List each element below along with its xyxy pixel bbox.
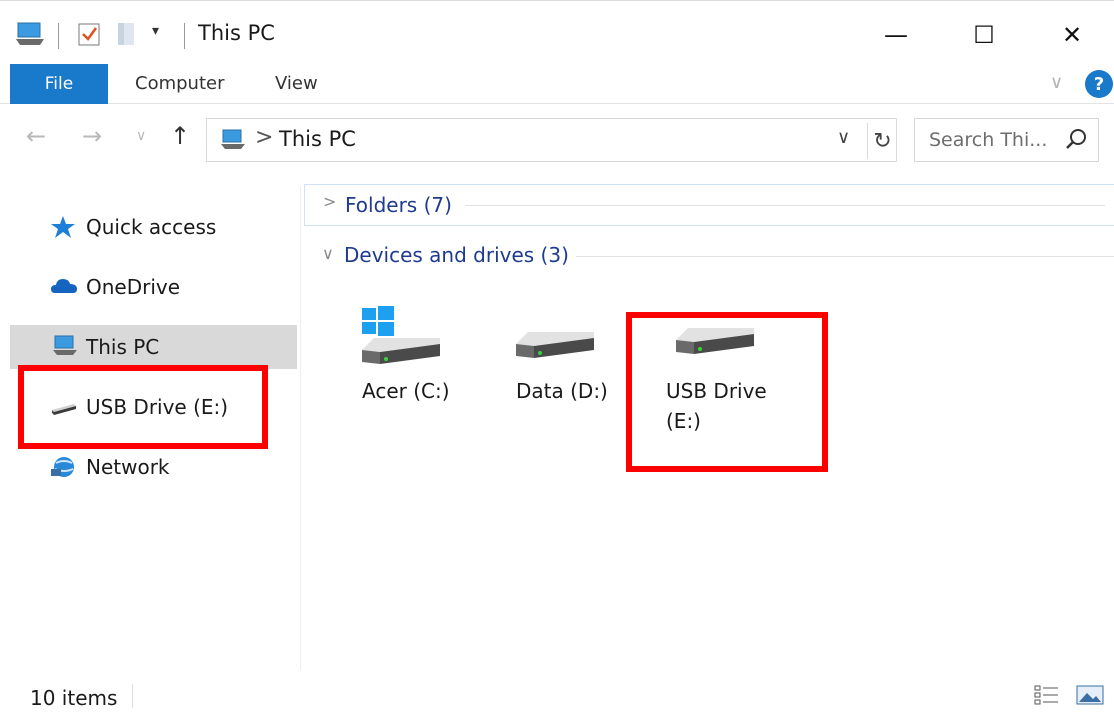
hard-drive-icon (514, 326, 596, 370)
drive-item-c[interactable]: Acer (C:) (360, 304, 490, 444)
search-box[interactable] (914, 118, 1099, 162)
group-header-folders: Folders (7) (345, 193, 452, 217)
toolbar-separator (184, 23, 185, 49)
close-button[interactable]: ✕ (1042, 15, 1102, 55)
address-dropdown-icon[interactable]: ∨ (837, 127, 850, 148)
back-button[interactable]: ← (26, 122, 46, 150)
maximize-button[interactable]: ☐ (954, 15, 1014, 55)
breadcrumb-this-pc[interactable]: This PC (279, 127, 356, 151)
system-drive-icon (360, 304, 442, 374)
minimize-button[interactable]: — (866, 15, 926, 55)
chevron-down-icon: ∨ (322, 244, 334, 263)
title-bar: ▾ This PC — ☐ ✕ (0, 0, 1114, 64)
tab-computer[interactable]: Computer (135, 73, 224, 94)
status-bar: 10 items (0, 670, 1114, 715)
item-count: 10 items (30, 686, 118, 710)
chevron-right-icon: > (323, 192, 337, 211)
group-divider-line (465, 205, 1105, 206)
details-view-icon[interactable] (1034, 684, 1060, 706)
new-folder-icon[interactable] (116, 21, 138, 51)
sidebar-item-label: Network (86, 455, 170, 479)
this-pc-icon (219, 129, 247, 155)
sidebar-item-label: Quick access (86, 215, 217, 239)
large-icons-view-icon[interactable] (1076, 684, 1104, 706)
customize-qat-chevron-icon[interactable]: ▾ (152, 23, 159, 39)
address-bar[interactable]: > This PC ∨ ↻ (206, 118, 897, 162)
pane-divider[interactable] (300, 186, 301, 670)
sidebar-item-this-pc[interactable]: This PC (10, 325, 297, 369)
expand-ribbon-icon[interactable]: ∨ (1050, 72, 1063, 93)
navigation-bar: ← → ∨ ↑ > This PC ∨ ↻ (0, 104, 1114, 174)
tab-file[interactable]: File (10, 64, 108, 104)
highlight-box-usb-drive (626, 312, 828, 472)
up-button[interactable]: ↑ (170, 122, 190, 150)
group-folders[interactable]: > Folders (7) (304, 184, 1114, 226)
drive-label: Acer (C:) (362, 379, 450, 403)
tab-view[interactable]: View (275, 73, 318, 94)
refresh-button[interactable]: ↻ (867, 123, 897, 159)
sidebar-item-onedrive[interactable]: OneDrive (10, 265, 297, 309)
ribbon-tabs: File Computer View ∨ ? (0, 64, 1114, 104)
sidebar-item-network[interactable]: Network (10, 445, 297, 489)
properties-icon[interactable] (78, 21, 102, 51)
sidebar-item-label: This PC (86, 335, 160, 359)
search-input[interactable] (915, 119, 1065, 161)
sidebar-item-quick-access[interactable]: Quick access (10, 205, 297, 249)
computer-icon (50, 335, 78, 361)
breadcrumb-separator[interactable]: > (255, 125, 273, 150)
toolbar-separator (58, 23, 59, 49)
highlight-box-sidebar-usb (18, 365, 268, 449)
this-pc-icon[interactable] (14, 21, 46, 51)
drive-item-d[interactable]: Data (D:) (514, 304, 644, 444)
search-icon[interactable] (1063, 127, 1089, 157)
group-divider-line (576, 256, 1114, 257)
help-icon[interactable]: ? (1085, 70, 1113, 98)
status-separator (132, 684, 133, 708)
network-icon (50, 455, 78, 483)
forward-button[interactable]: → (82, 122, 102, 150)
recent-locations-button[interactable]: ∨ (136, 128, 146, 144)
window-title: This PC (198, 21, 275, 45)
sidebar-item-label: OneDrive (86, 275, 181, 299)
star-icon (50, 215, 76, 243)
cloud-icon (50, 275, 78, 301)
group-header-devices: Devices and drives (3) (344, 243, 569, 267)
